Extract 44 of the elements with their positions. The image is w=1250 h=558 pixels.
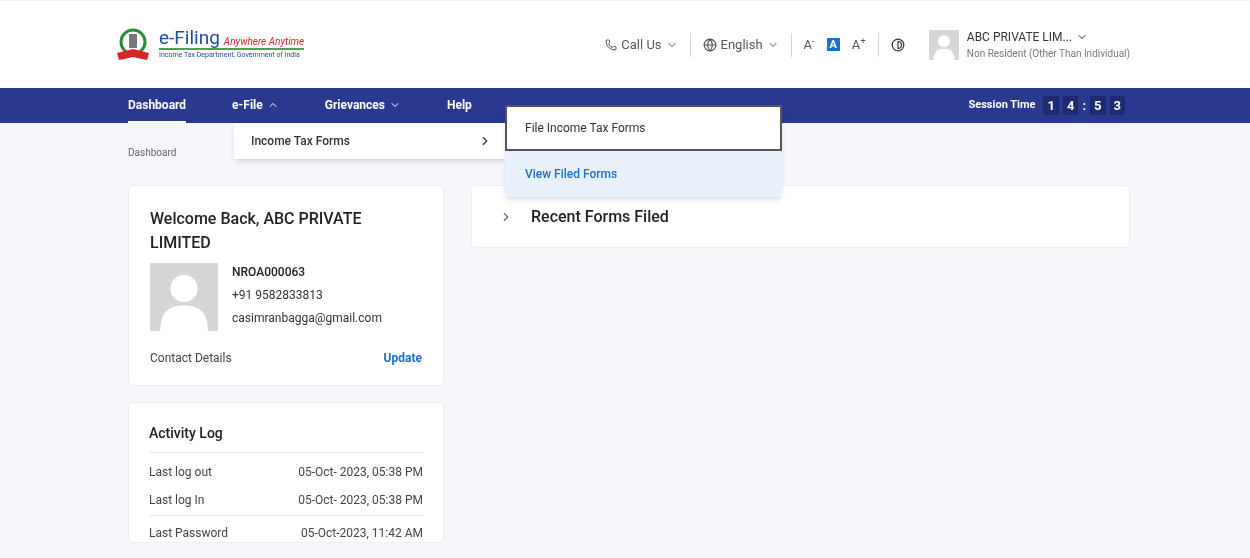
nav-tab[interactable]: e-File <box>232 88 279 123</box>
submenu-item[interactable]: View Filed Forms <box>505 151 782 197</box>
email-address: casimranbagga@gmail.com <box>232 310 382 327</box>
contrast-button[interactable] <box>890 37 905 52</box>
user-type: Non Resident (Other Than Individual) <box>966 47 1130 61</box>
activity-log-heading: Activity Log <box>149 424 224 443</box>
font-size-button[interactable]: A <box>826 38 840 51</box>
activity-value: 05-Oct- 2023, 05:38 PM <box>298 492 423 509</box>
menu-item[interactable]: Income Tax Forms <box>234 123 506 159</box>
activity-label: Last Password <box>149 525 229 542</box>
timer-digit: 5 <box>1090 95 1106 116</box>
activity-label: Last log out <box>149 464 212 481</box>
contrast-icon <box>890 37 905 52</box>
profile-photo-placeholder <box>150 263 218 331</box>
user-avatar-icon <box>928 29 959 60</box>
call-us-dropdown[interactable]: Call Us <box>593 34 690 55</box>
emblem-logo-icon <box>115 26 151 63</box>
user-menu[interactable]: ABC PRIVATE LIM... <box>966 28 1130 46</box>
timer-digit: 3 <box>1109 95 1125 116</box>
logo-title: e-Filing <box>159 28 220 48</box>
nav-tab[interactable]: Help <box>446 88 472 123</box>
activity-value: 05-Oct-2023, 11:42 AM <box>300 525 423 542</box>
timer-digit: 1 <box>1043 95 1059 116</box>
welcome-heading: Welcome Back, ABC PRIVATE LIMITED <box>150 208 363 254</box>
submenu-item[interactable]: File Income Tax Forms <box>505 105 782 151</box>
phone-number: +91 9582833813 <box>232 287 324 304</box>
logo-tagline: Anywhere Anytime <box>223 37 305 48</box>
contact-details-label: Contact Details <box>150 350 232 367</box>
session-time-label: Session Time <box>968 97 1036 114</box>
time-separator: : <box>1082 96 1087 115</box>
recent-forms-panel[interactable]: Recent Forms Filed <box>471 185 1130 248</box>
user-id: NROA000063 <box>232 264 307 281</box>
nav-tab[interactable]: Dashboard <box>128 88 187 123</box>
language-dropdown[interactable]: English <box>690 34 791 55</box>
activity-label: Last log In <box>149 492 205 509</box>
timer-digit: 4 <box>1062 95 1079 116</box>
globe-icon <box>702 37 717 52</box>
font-size-button[interactable]: A$^{+}$ <box>851 34 866 55</box>
phone-icon <box>605 38 618 51</box>
nav-tab[interactable]: Grievances <box>324 88 401 123</box>
activity-value: 05-Oct- 2023, 05:38 PM <box>298 464 423 481</box>
update-link[interactable]: Update <box>383 349 422 367</box>
breadcrumb: Dashboard <box>128 147 177 158</box>
font-size-button[interactable]: A$^{-}$ <box>803 34 815 55</box>
